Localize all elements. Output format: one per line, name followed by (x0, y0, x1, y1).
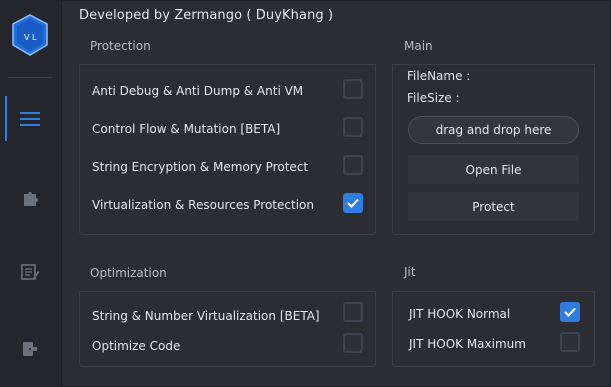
sidebar: V L (0, 0, 62, 387)
sidebar-item-plugins[interactable] (14, 182, 46, 214)
checkmark-icon (564, 307, 576, 317)
protect-button[interactable]: Protect (408, 192, 579, 221)
checkmark-icon (347, 198, 359, 208)
jit-hook-maximum-label: JIT HOOK Maximum (409, 337, 526, 351)
jit-hook-normal-checkbox[interactable] (560, 302, 580, 322)
exit-icon (23, 342, 37, 356)
anti-debug-label: Anti Debug & Anti Dump & Anti VM (92, 84, 304, 98)
sidebar-item-exit[interactable] (14, 333, 46, 365)
main-section-label: Main (404, 39, 433, 53)
protection-section-label: Protection (90, 39, 151, 53)
control-flow-label: Control Flow & Mutation [BETA] (92, 122, 281, 136)
sidebar-divider (8, 77, 52, 78)
jit-hook-normal-label: JIT HOOK Normal (409, 307, 511, 321)
optimization-section-label: Optimization (90, 266, 167, 280)
optimize-code-label: Optimize Code (92, 339, 181, 353)
drag-drop-zone[interactable]: drag and drop here (408, 116, 579, 144)
jit-section-label: Jit (404, 265, 416, 279)
virtualization-label: Virtualization & Resources Protection (92, 198, 314, 212)
app-logo: V L (12, 14, 48, 56)
optimize-code-checkbox[interactable] (343, 333, 363, 353)
edit-document-icon (21, 264, 40, 280)
app-title: Developed by Zermango ( DuyKhang ) (79, 8, 334, 23)
puzzle-icon (24, 192, 38, 206)
open-file-button[interactable]: Open File (408, 155, 579, 184)
anti-debug-checkbox[interactable] (343, 79, 363, 99)
sidebar-item-menu[interactable] (14, 103, 46, 135)
filesize-label: FileSize : (407, 91, 460, 105)
sidebar-item-notes[interactable] (14, 256, 46, 288)
active-nav-indicator (5, 96, 7, 141)
string-number-virtualization-checkbox[interactable] (343, 302, 363, 322)
optimization-panel (79, 291, 376, 367)
jit-hook-maximum-checkbox[interactable] (560, 332, 580, 352)
control-flow-checkbox[interactable] (343, 117, 363, 137)
virtualization-checkbox[interactable] (343, 193, 363, 213)
string-number-virtualization-label: String & Number Virtualization [BETA] (92, 309, 320, 323)
hamburger-menu-icon (20, 112, 40, 126)
logo-letter-v: V (24, 33, 30, 42)
logo-letter-l: L (32, 33, 37, 42)
string-encryption-label: String Encryption & Memory Protect (92, 160, 309, 174)
string-encryption-checkbox[interactable] (343, 155, 363, 175)
filename-label: FileName : (407, 69, 471, 83)
